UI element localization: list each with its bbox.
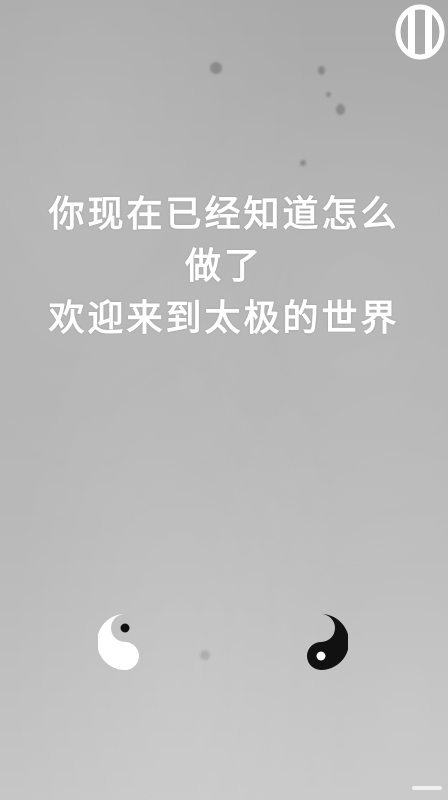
- ink-stain: [300, 160, 306, 166]
- ink-stain: [336, 104, 345, 115]
- message-line-2: 做了: [184, 245, 263, 287]
- white-taiji-piece[interactable]: [97, 610, 152, 674]
- tutorial-message: 你现在已经知道怎么 做了 欢迎来到太极的世界: [0, 188, 448, 344]
- black-taiji-icon: [307, 614, 349, 670]
- pause-button[interactable]: [394, 2, 446, 62]
- ink-stain: [318, 66, 325, 75]
- pause-icon: [395, 4, 445, 60]
- ink-stain: [210, 62, 222, 74]
- ink-stain: [200, 650, 210, 660]
- message-line-1: 你现在已经知道怎么: [48, 193, 400, 235]
- corner-decoration: [412, 786, 442, 790]
- message-line-3: 欢迎来到太极的世界: [48, 297, 400, 339]
- white-taiji-icon: [97, 614, 139, 670]
- ink-stain: [326, 92, 331, 97]
- black-taiji-piece[interactable]: [294, 610, 349, 674]
